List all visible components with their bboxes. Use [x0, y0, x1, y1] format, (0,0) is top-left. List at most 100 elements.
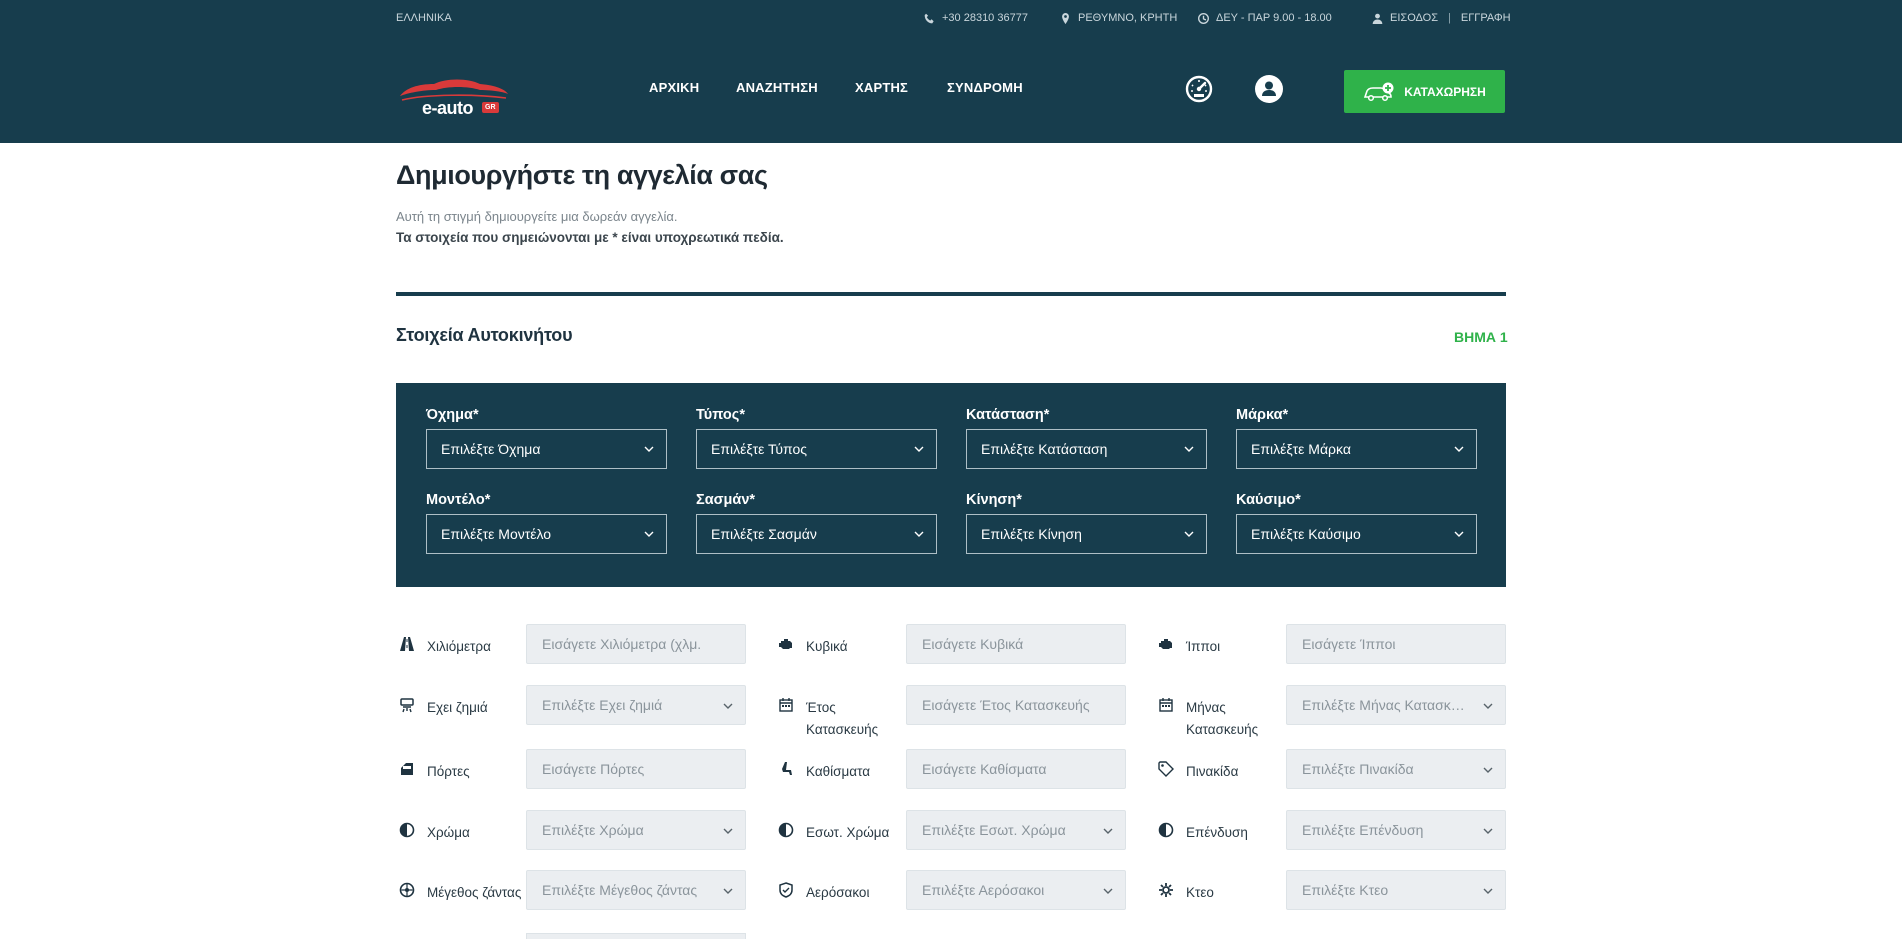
account-links: ΕΙΣΟΔΟΣ | ΕΓΓΡΑΦΗ: [1372, 12, 1511, 24]
required-note: Τα στοιχεία που σημειώνονται με * είναι …: [396, 230, 784, 245]
mileage-input[interactable]: Εισάγετε Χιλιόμετρα (χλμ.: [526, 624, 746, 664]
speedometer-icon: [1185, 75, 1213, 103]
fuel-field: Καύσιμο* Επιλέξτε Καύσιμο: [1236, 492, 1477, 554]
user-avatar-icon: [1255, 75, 1283, 103]
user-icon: [1372, 13, 1383, 24]
add-listing-label: ΚΑΤΑΧΩΡΗΣΗ: [1404, 84, 1486, 99]
page-title: Δημιουργήστε τη αγγελία σας: [396, 160, 768, 190]
horsepower-label: Ίπποι: [1186, 639, 1221, 654]
gearbox-label: Σασμάν*: [696, 492, 756, 508]
chevron-down-icon: [1103, 826, 1113, 836]
top-bar: ΕΛΛΗΝΙΚΑ +30 28310 36777 ΡΕΘΥΜΝΟ, ΚΡΗΤΗ …: [396, 12, 1511, 28]
chevron-down-icon: [1103, 886, 1113, 896]
logo-badge: GR: [482, 102, 499, 113]
mileage-label: Χιλιόμετρα: [427, 639, 491, 654]
year-input[interactable]: Εισάγετε Έτος Κατασκευής: [906, 685, 1126, 725]
drivetrain-label: Κίνηση*: [966, 492, 1022, 508]
color-label: Χρώμα: [427, 825, 470, 840]
chevron-down-icon: [914, 446, 924, 452]
site-logo[interactable]: e-auto GR: [396, 74, 510, 120]
upholstery-select[interactable]: Επιλέξτε Επένδυση: [1286, 810, 1506, 850]
nav-subscription[interactable]: ΣΥΝΔΡΟΜΗ: [947, 80, 1023, 95]
plate-select[interactable]: Επιλέξτε Πινακίδα: [1286, 749, 1506, 789]
dashboard-button[interactable]: [1184, 74, 1214, 104]
damage-label: Εχει ζημιά: [427, 700, 488, 715]
nav-map[interactable]: ΧΑΡΤΗΣ: [855, 80, 908, 95]
seats-input[interactable]: Εισάγετε Καθίσματα: [906, 749, 1126, 789]
condition-label: Κατάσταση*: [966, 407, 1050, 423]
gear-icon: [1158, 882, 1174, 898]
gearbox-select[interactable]: Επιλέξτε Σασμάν: [696, 514, 937, 554]
model-field: Μοντέλο* Επιλέξτε Μοντέλο: [426, 492, 667, 554]
vehicle-label: Όχημα*: [426, 407, 479, 423]
brand-field: Μάρκα* Επιλέξτε Μάρκα: [1236, 407, 1477, 469]
drivetrain-select[interactable]: Επιλέξτε Κίνηση: [966, 514, 1207, 554]
model-select[interactable]: Επιλέξτε Μοντέλο: [426, 514, 667, 554]
color-icon: [399, 822, 415, 838]
chevron-down-icon: [1483, 826, 1493, 836]
upholstery-label: Επένδυση: [1186, 825, 1248, 840]
register-link[interactable]: ΕΓΓΡΑΦΗ: [1461, 12, 1511, 24]
type-label: Τύπος*: [696, 407, 745, 423]
seat-icon: [778, 761, 794, 777]
inspection-label: Κτεο: [1186, 885, 1214, 900]
location-text: ΡΕΘΥΜΝΟ, ΚΡΗΤΗ: [1078, 12, 1178, 24]
condition-select[interactable]: Επιλέξτε Κατάσταση: [966, 429, 1207, 469]
vehicle-field: Όχημα* Επιλέξτε Όχημα: [426, 407, 667, 469]
model-label: Μοντέλο*: [426, 492, 491, 508]
rim-size-label: Μέγεθος ζάντας: [427, 885, 522, 900]
month-label: Μήνας Κατασκευής: [1186, 700, 1259, 737]
language-selector[interactable]: ΕΛΛΗΝΙΚΑ: [396, 12, 452, 24]
inspection-select[interactable]: Επιλέξτε Κτεο: [1286, 870, 1506, 910]
drivetrain-field: Κίνηση* Επιλέξτε Κίνηση: [966, 492, 1207, 554]
rim-size-select[interactable]: Επιλέξτε Μέγεθος ζάντας: [526, 870, 746, 910]
seats-label: Καθίσματα: [806, 764, 871, 779]
chevron-down-icon: [644, 531, 654, 537]
airbags-select[interactable]: Επιλέξτε Αερόσακοι: [906, 870, 1126, 910]
color-icon: [1158, 822, 1174, 838]
tag-icon: [1158, 761, 1174, 777]
month-select[interactable]: Επιλέξτε Μήνας Κατασκευής: [1286, 685, 1506, 725]
profile-button[interactable]: [1254, 74, 1284, 104]
displacement-input[interactable]: Εισάγετε Κυβικά: [906, 624, 1126, 664]
site-header: ΕΛΛΗΝΙΚΑ +30 28310 36777 ΡΕΘΥΜΝΟ, ΚΡΗΤΗ …: [0, 0, 1902, 143]
color-select[interactable]: Επιλέξτε Χρώμα: [526, 810, 746, 850]
map-pin-icon: [1062, 12, 1069, 24]
gearbox-field: Σασμάν* Επιλέξτε Σασμάν: [696, 492, 937, 554]
doors-label: Πόρτες: [427, 764, 470, 779]
add-listing-button[interactable]: ΚΑΤΑΧΩΡΗΣΗ: [1344, 70, 1505, 113]
phone-info[interactable]: +30 28310 36777: [924, 12, 1028, 24]
door-icon: [399, 761, 415, 777]
account-separator: |: [1448, 12, 1451, 24]
engine-icon: [778, 636, 794, 652]
doors-input[interactable]: Εισάγετε Πόρτες: [526, 749, 746, 789]
next-field-partial[interactable]: [526, 933, 746, 939]
car-add-icon: [1364, 82, 1394, 101]
chevron-down-icon: [1454, 446, 1464, 452]
chevron-down-icon: [723, 826, 733, 836]
displacement-label: Κυβικά: [806, 639, 848, 654]
plate-label: Πινακίδα: [1186, 764, 1239, 779]
chevron-down-icon: [914, 531, 924, 537]
fuel-select[interactable]: Επιλέξτε Καύσιμο: [1236, 514, 1477, 554]
interior-color-select[interactable]: Επιλέξτε Εσωτ. Χρώμα: [906, 810, 1126, 850]
vehicle-select[interactable]: Επιλέξτε Όχημα: [426, 429, 667, 469]
horsepower-input[interactable]: Εισάγετε Ίπποι: [1286, 624, 1506, 664]
year-label: Έτος Κατασκευής: [806, 700, 879, 737]
wheel-icon: [399, 882, 415, 898]
damage-select[interactable]: Επιλέξτε Εχει ζημιά: [526, 685, 746, 725]
road-icon: [399, 636, 415, 652]
airbags-label: Αερόσακοι: [806, 885, 870, 900]
type-select[interactable]: Επιλέξτε Τύπος: [696, 429, 937, 469]
chevron-down-icon: [1483, 701, 1493, 711]
section-title: Στοιχεία Αυτοκινήτου: [396, 325, 573, 345]
nav-search[interactable]: ΑΝΑΖΗΤΗΣΗ: [736, 80, 818, 95]
brand-select[interactable]: Επιλέξτε Μάρκα: [1236, 429, 1477, 469]
hours-text: ΔΕΥ - ΠΑΡ 9.00 - 18.00: [1216, 12, 1332, 24]
phone-icon: [924, 13, 934, 23]
chevron-down-icon: [723, 701, 733, 711]
nav-home[interactable]: ΑΡΧΙΚΗ: [649, 80, 699, 95]
chevron-down-icon: [644, 446, 654, 452]
clock-icon: [1198, 12, 1209, 24]
login-link[interactable]: ΕΙΣΟΔΟΣ: [1390, 12, 1438, 24]
